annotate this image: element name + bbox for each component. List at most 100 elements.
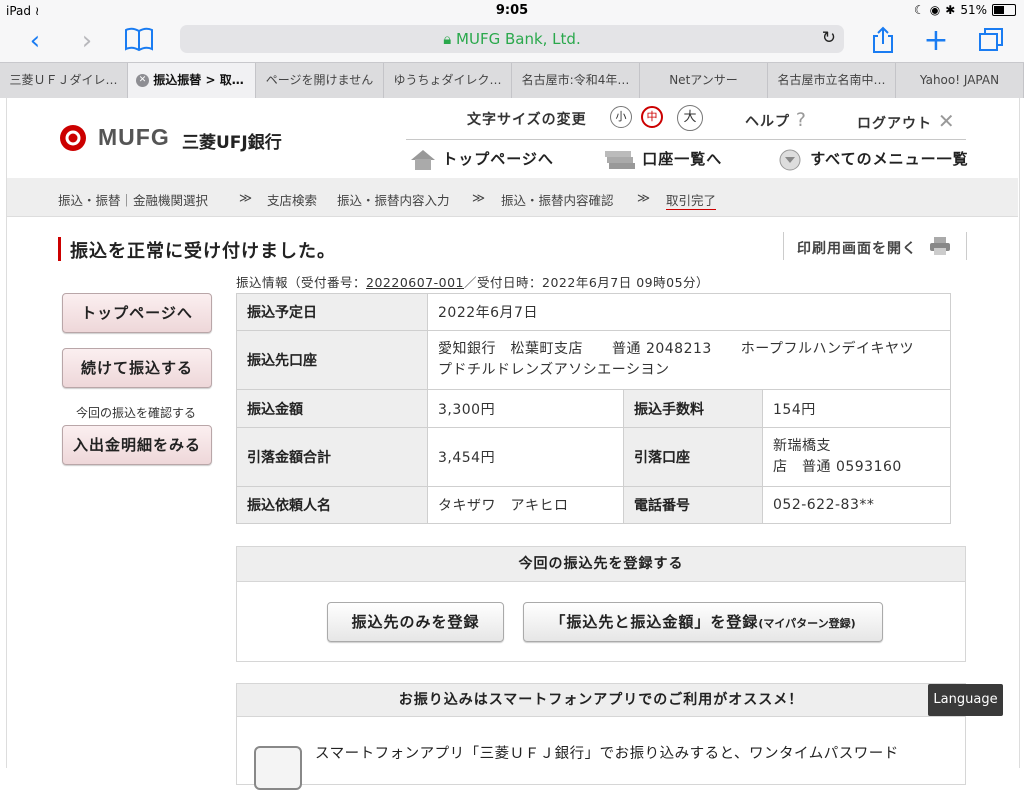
table-header-cell: 引落口座 <box>623 427 763 487</box>
logout-label: ログアウト <box>857 116 932 132</box>
browser-tab[interactable]: 名古屋市立名南中… <box>768 63 896 98</box>
breadcrumb: 振込・振替｜金融機関選択 ≫ 支店検索 振込・振替内容入力 ≫ 振込・振替内容確… <box>7 178 1018 217</box>
receipt-number[interactable]: 20220607-001 <box>366 275 464 290</box>
browser-toolbar: ‹ › 🔒︎ MUFG Bank, Ltd. ↻ + <box>0 22 1024 62</box>
tabs-overview-icon[interactable] <box>974 26 1008 56</box>
logout-link[interactable]: ログアウト ✕ <box>857 109 956 133</box>
register-heading: 今回の振込先を登録する <box>237 547 965 582</box>
table-cell: 2022年6月7日 <box>427 293 951 331</box>
close-tab-icon[interactable]: ✕ <box>136 74 149 87</box>
smartphone-icon <box>254 746 302 790</box>
back-icon[interactable]: ‹ <box>18 26 52 56</box>
register-dest-amount-label: 「振込先と振込金額」を登録 <box>550 613 759 631</box>
table-cell: 愛知銀行 松葉町支店 普通 2048213 ホープフルハンデイキヤツ プドチルド… <box>427 330 951 390</box>
app-recommend-heading: お振り込みはスマートフォンアプリでのご利用がオススメ！ <box>237 684 965 717</box>
dest-account-line1: 愛知銀行 松葉町支店 普通 2048213 ホープフルハンデイキヤツ <box>438 341 914 357</box>
table-cell: 052-622-83** <box>762 486 951 524</box>
breadcrumb-step: 支店検索 <box>267 193 318 208</box>
chevron-down-circle-icon <box>779 149 801 170</box>
printer-icon <box>930 237 950 255</box>
table-header-cell: 振込先口座 <box>236 330 428 390</box>
status-bar: iPad ≀ 9:05 ☾ ◉ ✱ 51% <box>0 0 1024 22</box>
breadcrumb-step: 振込・振替内容確認 <box>501 193 614 208</box>
transfer-info-line: 振込情報（受付番号：20220607-001／受付日時：2022年6月7日 09… <box>236 272 709 291</box>
print-label: 印刷用画面を開く <box>797 241 917 257</box>
nav-accounts[interactable]: 口座一覧へ <box>604 148 722 171</box>
register-panel: 今回の振込先を登録する 振込先のみを登録 「振込先と振込金額」を登録(マイパター… <box>236 546 966 662</box>
font-size-medium-button[interactable]: 中 <box>641 106 663 128</box>
breadcrumb-step: 振込・振替｜金融機関選択 <box>58 193 209 208</box>
question-icon: ? <box>795 109 807 131</box>
moon-icon: ☾ <box>914 3 925 17</box>
mufg-logo-icon <box>60 125 86 151</box>
forward-icon[interactable]: › <box>70 26 104 56</box>
lock-icon: 🔒︎ <box>443 30 452 48</box>
help-label: ヘルプ <box>745 114 790 130</box>
battery-icon <box>992 4 1016 16</box>
language-button[interactable]: Language <box>928 684 1003 716</box>
info-suffix: ／受付日時：2022年6月7日 09時05分） <box>464 275 710 290</box>
title-accent <box>58 237 61 261</box>
browser-tab-active[interactable]: ✕ 振込振替 > 取… <box>128 63 256 98</box>
breadcrumb-step: 振込・振替内容入力 <box>337 193 450 208</box>
confirm-note: 今回の振込を確認する <box>75 406 196 420</box>
register-dest-amount-button[interactable]: 「振込先と振込金額」を登録(マイパターン登録) <box>523 602 883 642</box>
breadcrumb-sep: ≫ <box>637 190 651 205</box>
browser-tab[interactable]: Yahoo! JAPAN <box>896 63 1024 98</box>
table-header-cell: 引落金額合計 <box>236 427 428 487</box>
page-title: 振込を正常に受け付けました。 <box>70 241 336 262</box>
top-page-button[interactable]: トップページへ <box>62 293 212 333</box>
font-size-large-button[interactable]: 大 <box>677 105 703 131</box>
font-size-small-button[interactable]: 小 <box>610 106 632 128</box>
bank-name: 三菱UFJ銀行 <box>182 133 282 153</box>
orientation-lock-icon: ◉ <box>929 3 941 17</box>
register-dest-amount-note: (マイパターン登録) <box>758 617 856 630</box>
new-tab-icon[interactable]: + <box>919 26 953 56</box>
print-link[interactable]: 印刷用画面を開く <box>783 232 967 260</box>
header-divider <box>406 139 966 140</box>
nav-top-label: トップページへ <box>442 150 554 168</box>
view-statement-button[interactable]: 入出金明細をみる <box>62 425 212 465</box>
table-row: 振込依頼人名 タキザワ アキヒロ 電話番号 052-622-83** <box>236 486 951 524</box>
browser-tab[interactable]: 三菱ＵＦＪダイレ… <box>0 63 128 98</box>
table-row: 振込先口座 愛知銀行 松葉町支店 普通 2048213 ホープフルハンデイキヤツ… <box>236 330 951 390</box>
status-right: ☾ ◉ ✱ 51% <box>914 3 1016 17</box>
table-cell: タキザワ アキヒロ <box>427 486 624 524</box>
nav-accounts-label: 口座一覧へ <box>642 150 723 168</box>
bluetooth-icon: ✱ <box>945 3 956 17</box>
home-icon <box>411 149 435 170</box>
table-cell: 3,300円 <box>427 389 624 428</box>
tab-label: 振込振替 > 取… <box>153 73 244 87</box>
font-size-label: 文字サイズの変更 <box>467 112 587 128</box>
register-dest-only-button[interactable]: 振込先のみを登録 <box>327 602 504 642</box>
address-text: 🔒︎ MUFG Bank, Ltd. <box>180 30 844 48</box>
continue-transfer-button[interactable]: 続けて振込する <box>62 348 212 388</box>
battery-percent: 51% <box>960 3 987 17</box>
logo-text: MUFG <box>98 124 170 150</box>
help-link[interactable]: ヘルプ ? <box>745 109 807 131</box>
info-prefix: 振込情報（受付番号： <box>236 275 367 290</box>
debit-account-line1: 新瑞橋支 <box>773 438 831 454</box>
share-icon[interactable] <box>866 26 900 56</box>
table-header-cell: 振込予定日 <box>236 293 428 331</box>
reload-icon[interactable]: ↻ <box>822 28 836 48</box>
nav-top-page[interactable]: トップページへ <box>410 148 554 171</box>
web-page: MUFG 三菱UFJ銀行 文字サイズの変更 小 中 大 ヘルプ ? ログアウト … <box>0 98 1024 790</box>
table-header-cell: 振込金額 <box>236 389 428 428</box>
app-recommend-panel: お振り込みはスマートフォンアプリでのご利用がオススメ！ スマートフォンアプリ「三… <box>236 683 966 790</box>
table-header-cell: 振込手数料 <box>623 389 763 428</box>
accounts-list-icon <box>605 150 635 169</box>
dest-account-line2: プドチルドレンズアソシエーシヨン <box>438 362 670 378</box>
table-cell: 3,454円 <box>427 427 624 487</box>
table-header-cell: 振込依頼人名 <box>236 486 428 524</box>
browser-tab[interactable]: ゆうちょダイレク… <box>384 63 512 98</box>
breadcrumb-current: 取引完了 <box>666 190 717 210</box>
address-bar[interactable]: 🔒︎ MUFG Bank, Ltd. ↻ <box>180 25 844 53</box>
nav-all-menu[interactable]: すべてのメニュー一覧 <box>778 148 969 171</box>
browser-tab[interactable]: Netアンサー <box>640 63 768 98</box>
table-header-cell: 電話番号 <box>623 486 763 524</box>
table-row: 引落金額合計 3,454円 引落口座 新瑞橋支 店 普通 0593160 <box>236 427 951 487</box>
browser-tab[interactable]: 名古屋市:令和4年… <box>512 63 640 98</box>
browser-tab[interactable]: ページを開けません <box>256 63 384 98</box>
bookmarks-icon[interactable] <box>122 26 156 56</box>
